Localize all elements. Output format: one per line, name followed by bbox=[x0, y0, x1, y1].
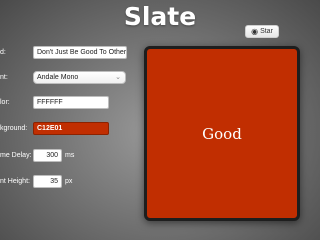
star-label: Star bbox=[260, 28, 273, 35]
frame-delay-label: me Delay: bbox=[0, 152, 32, 159]
font-select[interactable]: Andale Mono ⌄ bbox=[33, 71, 126, 84]
background-label: kground: bbox=[0, 125, 28, 132]
text-input[interactable]: Don't Just Be Good To Others bbox=[33, 46, 127, 59]
frame-delay-input[interactable]: 300 bbox=[33, 149, 62, 162]
font-selected-value: Andale Mono bbox=[37, 74, 79, 81]
font-label: nt: bbox=[0, 74, 8, 81]
chevron-down-icon: ⌄ bbox=[115, 74, 121, 81]
font-height-unit: px bbox=[65, 178, 73, 185]
github-icon: ◉ bbox=[251, 26, 259, 36]
frame-delay-unit: ms bbox=[65, 152, 75, 159]
github-star-button[interactable]: ◉ Star bbox=[245, 25, 279, 38]
background-input[interactable]: C12E01 bbox=[33, 122, 109, 135]
preview-canvas: Good bbox=[144, 46, 300, 221]
color-label: lor: bbox=[0, 99, 10, 106]
text-label: d: bbox=[0, 49, 6, 56]
font-height-label: nt Height: bbox=[0, 178, 30, 185]
color-input[interactable]: FFFFFF bbox=[33, 96, 109, 109]
preview-word: Good bbox=[202, 124, 242, 143]
font-height-input[interactable]: 35 bbox=[33, 175, 62, 188]
